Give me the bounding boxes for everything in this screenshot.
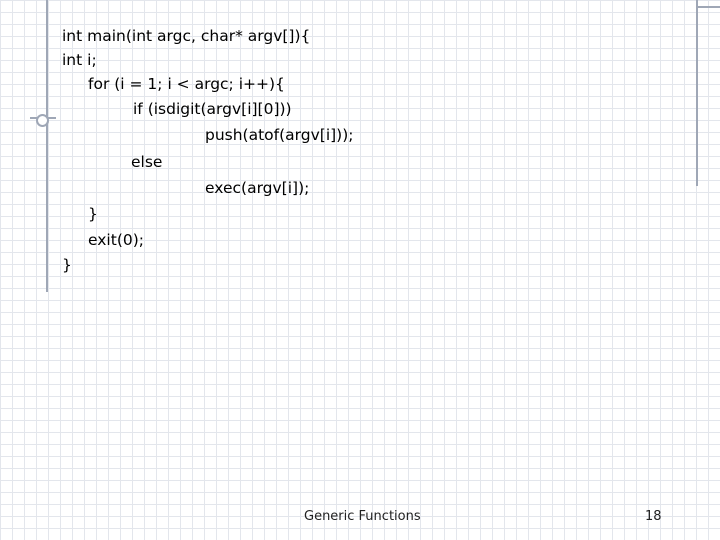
- footer-title: Generic Functions: [304, 509, 421, 524]
- code-line: push(atof(argv[i]));: [205, 126, 354, 144]
- code-line: }: [88, 205, 98, 223]
- top-right-horizontal-rule: [696, 6, 720, 8]
- page-number: 18: [645, 509, 662, 524]
- code-line: exit(0);: [88, 231, 144, 249]
- code-line: int main(int argc, char* argv[]){: [62, 27, 311, 45]
- right-vertical-rule: [696, 0, 698, 186]
- circle-bullet-icon: [36, 114, 49, 127]
- code-line: else: [131, 153, 163, 171]
- code-line: int i;: [62, 51, 97, 69]
- code-line: exec(argv[i]);: [205, 179, 310, 197]
- code-line: }: [62, 256, 72, 274]
- code-line: if (isdigit(argv[i][0])): [133, 100, 292, 118]
- left-vertical-rule: [46, 0, 48, 292]
- code-line: for (i = 1; i < argc; i++){: [88, 75, 285, 93]
